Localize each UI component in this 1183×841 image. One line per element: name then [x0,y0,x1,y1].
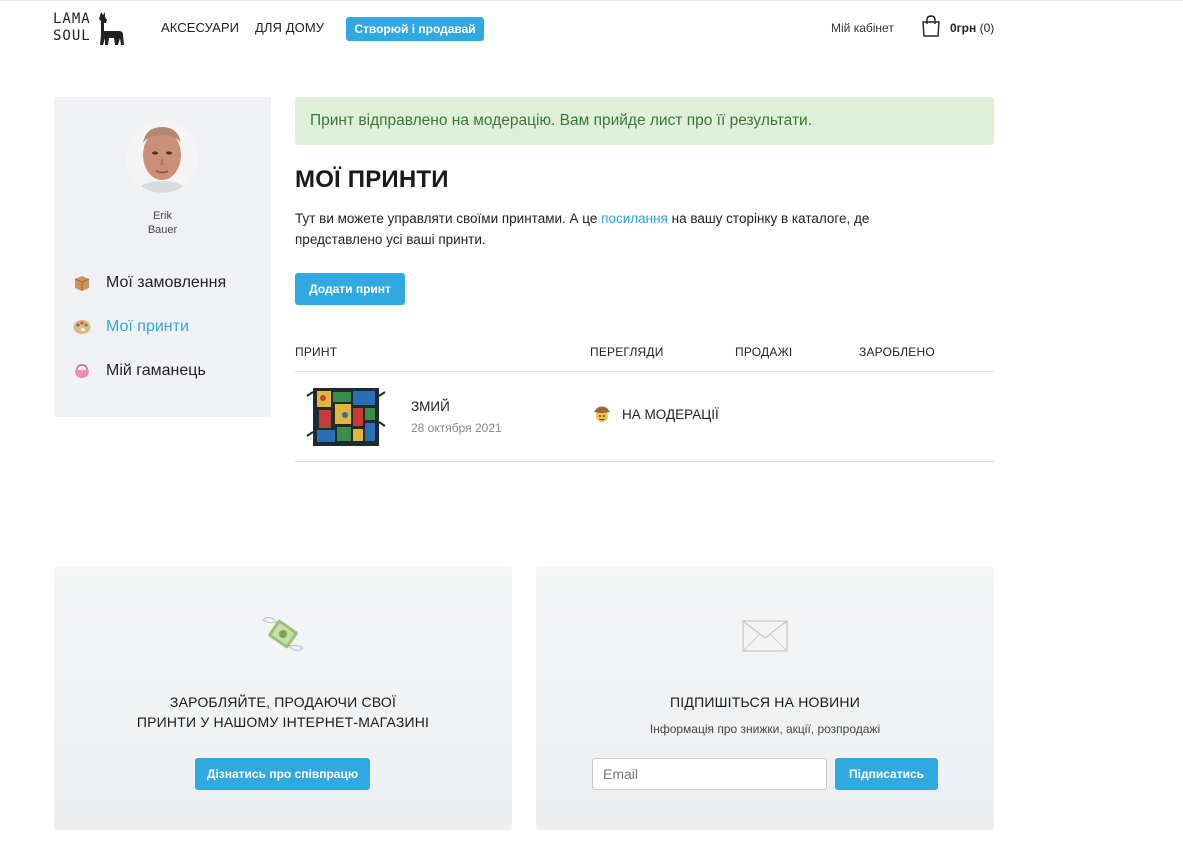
print-date: 28 октября 2021 [411,421,502,435]
sidebar-item-orders[interactable]: Мої замовлення [72,272,226,294]
column-header-earned: ЗАРОБЛЕНО [859,345,935,359]
shopping-bag-icon[interactable] [921,15,941,37]
partnership-title-line-1: ЗАРОБЛЯЙТЕ, ПРОДАЮЧИ СВОЇ [169,694,397,710]
newsletter-subtitle: Інформація про знижки, акції, розпродажі [649,722,881,736]
user-first-name: Erik [153,210,172,222]
success-alert: Принт відправлено на модерацію. Вам прий… [295,97,994,145]
envelope-icon [742,620,788,652]
status-badge: НА МОДЕРАЦІЇ [592,404,719,424]
intro-text: Тут ви можете управляти своїми принтами.… [295,208,935,250]
page-title: МОЇ ПРИНТИ [295,166,449,193]
print-thumbnail[interactable] [305,382,387,449]
sidebar-item-label: Мої принти [106,318,189,335]
status-text: НА МОДЕРАЦІЇ [622,406,719,422]
newsletter-title: ПІДПИШІТЬСЯ НА НОВИНИ [670,694,860,710]
partnership-title-line-2: ПРИНТИ У НАШОМУ ІНТЕРНЕТ-МАГАЗИНІ [136,714,430,730]
sidebar-item-prints[interactable]: Мої принти [72,316,189,338]
catalog-link[interactable]: посилання [601,211,668,226]
subscribe-button[interactable]: Підписатись [835,758,938,790]
learn-partnership-button[interactable]: Дізнатись про співпрацю [195,758,370,790]
purse-icon [72,361,92,381]
partnership-panel: ЗАРОБЛЯЙТЕ, ПРОДАЮЧИ СВОЇ ПРИНТИ У НАШОМ… [54,566,512,830]
logo-line-2: SOUL [53,28,91,44]
my-account-link[interactable]: Мій кабінет [831,21,894,35]
package-icon [72,273,92,293]
logo-text: LAMA SOUL [53,11,91,45]
cowboy-face-icon [592,404,612,424]
sidebar-item-label: Мій гаманець [106,362,206,379]
cart-summary[interactable]: 0грн (0) [950,21,994,35]
user-last-name: Bauer [147,224,178,236]
account-sidebar: Erik Bauer Мої замовлення Мої принти Мій… [54,97,271,417]
add-print-button[interactable]: Додати принт [295,273,405,305]
logo[interactable]: LAMA SOUL [53,11,129,49]
sidebar-item-wallet[interactable]: Мій гаманець [72,360,206,382]
table-divider [295,371,994,372]
sidebar-item-label: Мої замовлення [106,274,227,291]
cart-count: (0) [979,21,995,35]
cart-amount: 0грн [950,21,977,35]
avatar [126,121,198,193]
logo-line-1: LAMA [53,11,91,27]
column-header-views: ПЕРЕГЛЯДИ [590,345,664,359]
avatar-photo [126,121,198,193]
print-name[interactable]: ЗМИЙ [411,399,450,414]
newsletter-panel: ПІДПИШІТЬСЯ НА НОВИНИ Інформація про зни… [536,566,994,830]
palette-icon [72,317,92,337]
column-header-sales: ПРОДАЖІ [735,345,793,359]
llama-icon [99,12,124,45]
nav-home[interactable]: ДЛЯ ДОМУ [255,20,324,35]
nav-accessories[interactable]: АКСЕСУАРИ [161,20,239,35]
top-border [0,0,1183,1]
intro-text-start: Тут ви можете управляти своїми принтами.… [295,211,602,226]
column-header-print: ПРИНТ [295,345,338,359]
table-divider [295,461,994,462]
email-field[interactable] [592,758,827,790]
create-and-sell-button[interactable]: Створюй і продавай [346,17,484,41]
money-with-wings-icon [262,616,304,652]
